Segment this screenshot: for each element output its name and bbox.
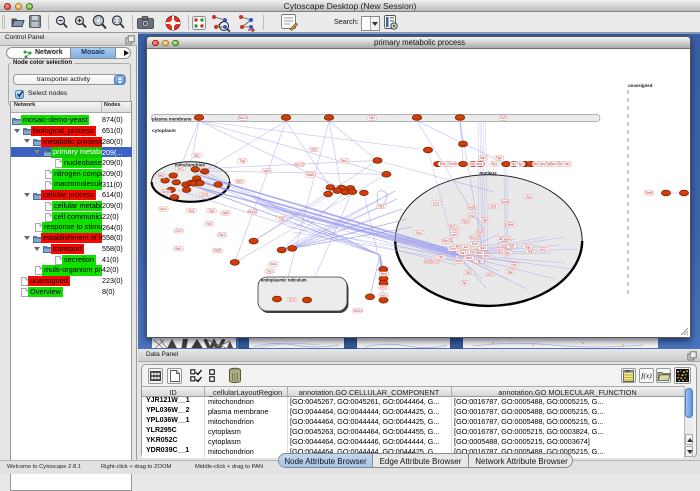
svg-text:Bet1: Bet1: [508, 223, 515, 227]
svg-text:Sec12: Sec12: [550, 162, 559, 166]
svg-text:Vps2: Vps2: [503, 237, 510, 241]
svg-text:Sed5: Sed5: [455, 259, 463, 263]
svg-text:Uso1: Uso1: [270, 262, 278, 266]
svg-text:Sly1: Sly1: [528, 250, 534, 254]
svg-text:Ypt1: Ypt1: [438, 255, 445, 259]
svg-text:Uso1: Uso1: [160, 207, 168, 211]
svg-text:Sar1: Sar1: [177, 167, 184, 171]
svg-text:Sly1: Sly1: [526, 195, 532, 199]
svg-text:Erv2: Erv2: [175, 229, 182, 233]
svg-text:Ypt1: Ypt1: [369, 116, 376, 120]
svg-text:Uso1: Uso1: [448, 225, 456, 229]
svg-text:Sly1: Sly1: [491, 162, 497, 166]
svg-text:Erv2: Erv2: [472, 242, 479, 246]
svg-text:Uso1: Uso1: [496, 249, 504, 253]
svg-text:Sed5: Sed5: [162, 190, 170, 194]
svg-text:Vps2: Vps2: [222, 211, 229, 215]
svg-text:Bet1: Bet1: [476, 251, 483, 255]
svg-text:Vps2: Vps2: [539, 162, 546, 166]
svg-text:Sly1: Sly1: [188, 209, 194, 213]
svg-text:Bet1: Bet1: [236, 180, 243, 184]
svg-text:Sly1: Sly1: [462, 281, 468, 285]
svg-text:Sec12: Sec12: [470, 236, 479, 240]
svg-text:Sed5: Sed5: [501, 200, 509, 204]
svg-text:Sar1: Sar1: [460, 251, 467, 255]
svg-text:Ypt1: Ypt1: [206, 222, 213, 226]
svg-text:Bet1: Bet1: [466, 256, 473, 260]
svg-text:Erv2: Erv2: [380, 286, 387, 290]
svg-text:Tlg2: Tlg2: [482, 218, 488, 222]
svg-text:Vps2: Vps2: [483, 254, 490, 258]
svg-text:Sed5: Sed5: [214, 249, 222, 253]
svg-text:Erv2: Erv2: [433, 201, 440, 205]
svg-text:Uso1: Uso1: [475, 162, 483, 166]
svg-text:Sed5: Sed5: [449, 162, 457, 166]
svg-text:Erv2: Erv2: [469, 214, 476, 218]
svg-text:Tlg2: Tlg2: [525, 245, 531, 249]
svg-text:Erv2: Erv2: [500, 116, 507, 120]
svg-text:Sly1: Sly1: [267, 269, 273, 273]
svg-text:Vps2: Vps2: [462, 220, 469, 224]
svg-text:Sec12: Sec12: [248, 210, 257, 214]
svg-text:Sar1: Sar1: [465, 271, 472, 275]
svg-text:Tlg2: Tlg2: [517, 162, 523, 166]
svg-text:plasma membrane: plasma membrane: [152, 117, 192, 122]
svg-text:Sed5: Sed5: [645, 191, 653, 195]
svg-text:Sed5: Sed5: [476, 230, 484, 234]
svg-text:Uso1: Uso1: [450, 233, 458, 237]
svg-text:Bet1: Bet1: [158, 174, 165, 178]
svg-text:Vps2: Vps2: [263, 169, 270, 173]
svg-text:Sly1: Sly1: [194, 154, 200, 158]
svg-text:Sec12: Sec12: [238, 116, 247, 120]
svg-text:Sec12: Sec12: [295, 163, 304, 167]
svg-text:Sar1: Sar1: [480, 246, 487, 250]
svg-text:Sar1: Sar1: [341, 159, 348, 163]
svg-text:Sar1: Sar1: [490, 205, 497, 209]
svg-text:Erv2: Erv2: [540, 248, 547, 252]
svg-text:unassigned: unassigned: [628, 83, 653, 88]
svg-text:Vps2: Vps2: [288, 298, 295, 302]
svg-text:cytoplasm: cytoplasm: [152, 128, 176, 134]
svg-text:Ypt1: Ypt1: [511, 263, 518, 267]
svg-text:Sar1: Sar1: [480, 156, 487, 160]
svg-text:Bet1: Bet1: [175, 247, 182, 251]
svg-text:Tlg2: Tlg2: [279, 217, 285, 221]
svg-text:Sec12: Sec12: [353, 309, 362, 313]
svg-text:Tlg2: Tlg2: [239, 159, 245, 163]
svg-text:Ypt1: Ypt1: [311, 148, 318, 152]
svg-text:Tlg2: Tlg2: [476, 259, 482, 263]
svg-text:Ypt1: Ypt1: [378, 205, 385, 209]
svg-text:Tlg2: Tlg2: [507, 270, 513, 274]
svg-text:endoplasmic reticulum: endoplasmic reticulum: [261, 278, 307, 283]
svg-text:Sec12: Sec12: [442, 239, 451, 243]
svg-text:nucleus: nucleus: [479, 171, 497, 176]
svg-text:Ypt1: Ypt1: [564, 162, 571, 166]
svg-text:Sec12: Sec12: [430, 260, 439, 264]
svg-text:Bet1: Bet1: [456, 245, 463, 249]
svg-text:Uso1: Uso1: [201, 193, 209, 197]
svg-text:Sar1: Sar1: [380, 293, 387, 297]
svg-text:Sar1: Sar1: [219, 233, 226, 237]
svg-text:Bet1: Bet1: [381, 272, 388, 276]
svg-text:Sly1: Sly1: [416, 231, 422, 235]
svg-text:Tlg2: Tlg2: [496, 156, 502, 160]
svg-text:Tlg2: Tlg2: [208, 209, 214, 213]
svg-text:Sed5: Sed5: [307, 173, 315, 177]
svg-text:Ypt1: Ypt1: [508, 245, 515, 249]
svg-text:Bet1: Bet1: [440, 162, 447, 166]
svg-text:Sed5: Sed5: [468, 205, 476, 209]
svg-text:Uso1: Uso1: [487, 273, 495, 277]
